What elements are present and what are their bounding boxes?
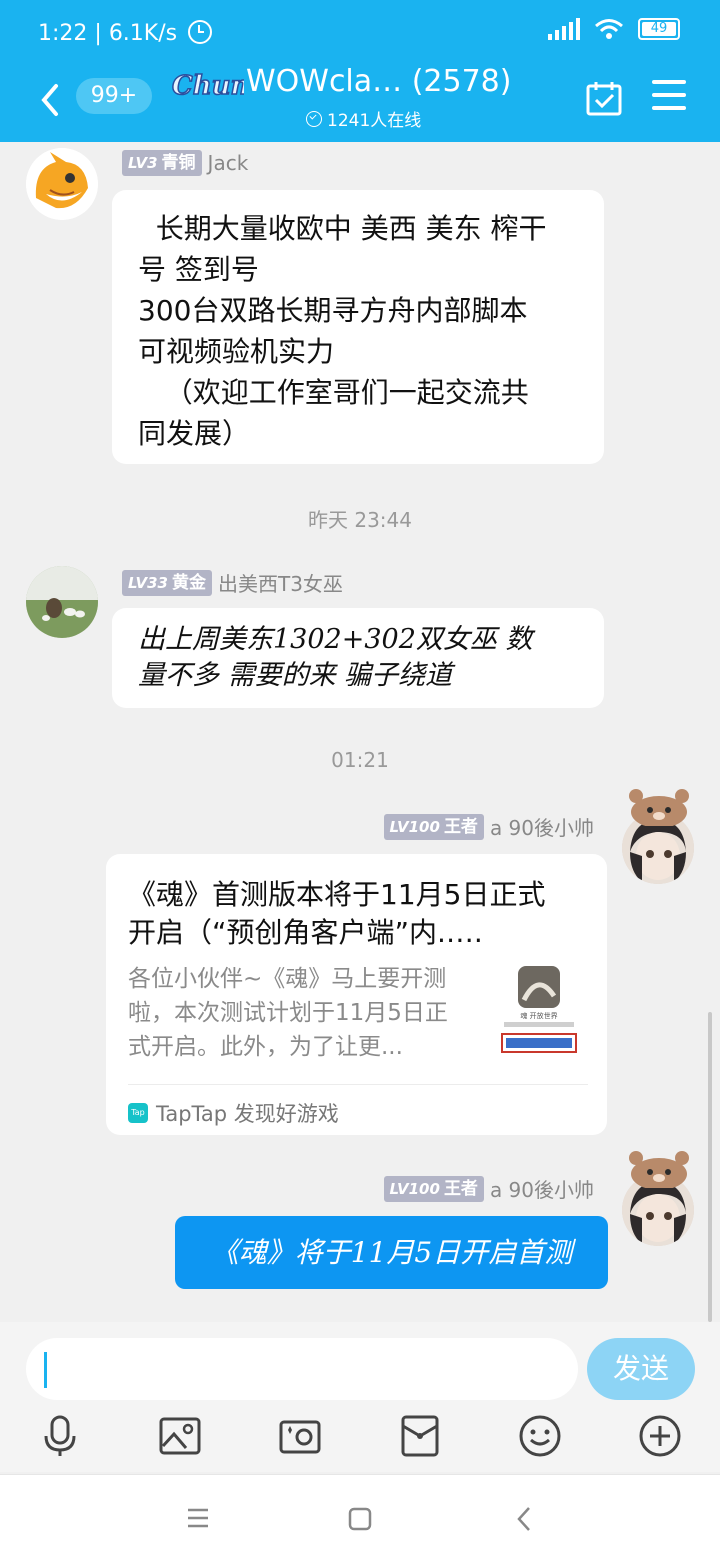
- level-tag: LV100 王者: [383, 1175, 484, 1202]
- card-source: Tap TapTap 发现好游戏: [128, 1098, 339, 1128]
- share-card[interactable]: 《魂》首测版本将于11月5日正式 开启（“预创角客户端”内.…. 各位小伙伴~《魂…: [106, 854, 607, 1135]
- message-text: 长期大量收欧中 美西 美东 榨干号 签到号 300台双路长期寻方舟内部脚本 可视频验…: [138, 212, 547, 450]
- timestamp: 01:21: [331, 748, 389, 772]
- back-arrow-icon[interactable]: [36, 80, 66, 120]
- clock: 1:22: [38, 21, 88, 46]
- image-icon[interactable]: [158, 1414, 202, 1458]
- message-bubble[interactable]: 《魂》将于11月5日开启首测: [175, 1216, 608, 1289]
- recents-icon[interactable]: [186, 1507, 210, 1529]
- check-circle-icon: [306, 110, 322, 127]
- mic-icon[interactable]: [38, 1414, 82, 1458]
- menu-icon[interactable]: [652, 80, 686, 112]
- timestamp: 昨天 23:44: [308, 508, 412, 532]
- back-icon[interactable]: [514, 1505, 534, 1533]
- home-icon[interactable]: [348, 1507, 372, 1531]
- message-text: 《魂》将于11月5日开启首测: [210, 1236, 573, 1269]
- level-tag: LV33 黄金: [122, 569, 212, 596]
- svg-text:魂 开放世界: 魂 开放世界: [520, 1011, 557, 1020]
- alarm-icon: [188, 20, 213, 44]
- message-bubble[interactable]: 出上周美东1302+302双女巫 数量不多 需要的来 骗子绕道: [112, 608, 604, 708]
- chat-area[interactable]: LV3 青铜 Jack 长期大量收欧中 美西 美东 榨干号 签到号 300台双路长期…: [0, 142, 720, 1322]
- sender-name: a 90後小帅: [489, 1178, 594, 1202]
- message-bubble[interactable]: 长期大量收欧中 美西 美东 榨干号 签到号 300台双路长期寻方舟内部脚本 可视频验…: [112, 190, 604, 464]
- group-logo: Chum: [171, 70, 244, 102]
- send-button[interactable]: 发送: [587, 1338, 695, 1400]
- svg-text:Chum: Chum: [172, 71, 244, 101]
- level-tag: LV100 王者: [383, 813, 484, 840]
- sender-meta: LV100 王者 a 90後小帅: [383, 812, 594, 841]
- status-left: 1:22 | 6.1K/s: [38, 16, 213, 46]
- taptap-icon: Tap: [128, 1103, 148, 1123]
- bear-ears-decoration: [629, 1151, 689, 1188]
- card-divider: [128, 1084, 588, 1085]
- card-description: 各位小伙伴~《魂》马上要开测 啦，本次测试计划于11月5日正 式开启。此外，为了让更…: [128, 966, 448, 1060]
- text-cursor: [44, 1352, 47, 1388]
- emoji-icon[interactable]: [518, 1414, 562, 1458]
- sender-meta: LV100 王者 a 90後小帅: [383, 1174, 594, 1203]
- sender-name: a 90後小帅: [489, 816, 594, 840]
- sender-meta: LV3 青铜 Jack: [122, 150, 248, 176]
- online-count: 1241人在线: [306, 106, 421, 131]
- wifi-icon: [595, 19, 623, 39]
- group-title[interactable]: WOWcla… (2578): [246, 64, 511, 99]
- sender-name: 出美西T3女巫: [217, 572, 343, 596]
- thumbnail-image: 魂 开放世界: [501, 966, 577, 1053]
- plus-icon[interactable]: [638, 1414, 682, 1458]
- chat-header: 99+ Chum WOWcla… (2578) 1241人在线: [0, 62, 720, 142]
- message-input[interactable]: [26, 1338, 578, 1400]
- online-text: 1241人在线: [327, 111, 422, 131]
- sender-meta: LV33 黄金 出美西T3女巫: [122, 568, 343, 597]
- camera-icon[interactable]: [278, 1414, 322, 1458]
- unread-badge[interactable]: 99+: [76, 78, 152, 114]
- input-bar: 发送: [0, 1322, 720, 1472]
- sender-name: Jack: [207, 151, 249, 175]
- red-packet-icon[interactable]: [398, 1414, 442, 1458]
- scrollbar[interactable]: [708, 1012, 712, 1322]
- card-title: 《魂》首测版本将于11月5日正式 开启（“预创角客户端”内.….: [128, 878, 546, 949]
- bear-ears-decoration: [629, 789, 689, 826]
- message-text: 出上周美东1302+302双女巫 数量不多 需要的来 骗子绕道: [138, 624, 533, 691]
- calendar-checkin-icon[interactable]: [586, 80, 622, 116]
- fox-avatar-image: [26, 148, 98, 220]
- battery-level: 49: [650, 21, 668, 36]
- avatar[interactable]: [26, 566, 98, 638]
- status-right: 49: [548, 18, 680, 40]
- card-thumbnail: 魂 开放世界: [492, 966, 586, 1058]
- field-avatar-image: [26, 566, 98, 638]
- signal-icon: [548, 18, 580, 40]
- network-speed: 6.1K/s: [108, 21, 178, 46]
- battery-icon: 49: [638, 18, 680, 40]
- system-nav-bar: [0, 1474, 720, 1561]
- avatar[interactable]: [26, 148, 98, 220]
- card-source-label: TapTap 发现好游戏: [156, 1102, 339, 1126]
- level-tag: LV3 青铜: [122, 150, 202, 176]
- status-bar: 1:22 | 6.1K/s 49: [0, 0, 720, 62]
